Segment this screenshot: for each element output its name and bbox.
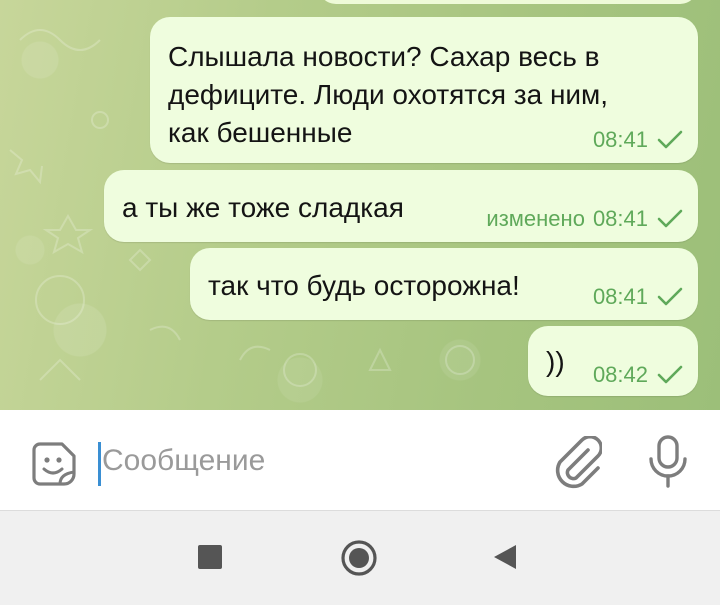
message-bubble[interactable]: )) 08:42 (528, 326, 698, 396)
single-check-icon (657, 209, 683, 228)
single-check-icon (657, 287, 683, 306)
message-meta: изменено 08:41 (486, 206, 684, 232)
message-bubble[interactable]: Слышала новости? Сахар весь в дефиците. … (150, 17, 698, 163)
single-check-icon (657, 365, 683, 384)
message-text-line: как бешенные (168, 117, 353, 148)
back-triangle-icon[interactable] (492, 543, 518, 571)
single-check-icon (657, 130, 683, 149)
message-meta: 08:42 (593, 362, 684, 388)
message-meta: 08:41 (593, 127, 684, 153)
message-input-bar: Сообщение (0, 410, 720, 510)
message-text-line: так что будь осторожна! (208, 270, 520, 301)
message-time: 08:41 (592, 284, 648, 309)
message-time: 08:42 (592, 362, 648, 387)
chat-area[interactable]: Слышала новости? Сахар весь в дефиците. … (0, 0, 720, 410)
chat-screen: Слышала новости? Сахар весь в дефиците. … (0, 0, 720, 605)
system-navigation-bar (0, 510, 720, 605)
message-text-line: Слышала новости? Сахар весь в (168, 41, 600, 72)
message-text-line: а ты же тоже сладкая (122, 192, 404, 223)
message-time: 08:41 (592, 206, 648, 231)
message-text-line: дефиците. Люди охотятся за ним, (168, 79, 609, 110)
recents-square-icon[interactable] (198, 545, 222, 569)
message-time: 08:41 (592, 127, 648, 152)
microphone-icon[interactable] (646, 434, 690, 490)
message-bubble[interactable]: а ты же тоже сладкая изменено 08:41 (104, 170, 698, 242)
sticker-icon[interactable] (30, 440, 78, 488)
message-edited-label: изменено (486, 206, 585, 231)
paperclip-icon[interactable] (552, 436, 602, 492)
previous-message-bubble-edge (318, 0, 698, 4)
text-cursor (98, 442, 101, 486)
home-circle-icon[interactable] (340, 539, 378, 577)
message-meta: 08:41 (593, 284, 684, 310)
message-input[interactable]: Сообщение (102, 444, 265, 478)
message-bubble[interactable]: так что будь осторожна! 08:41 (190, 248, 698, 320)
message-text-line: )) (546, 346, 565, 377)
